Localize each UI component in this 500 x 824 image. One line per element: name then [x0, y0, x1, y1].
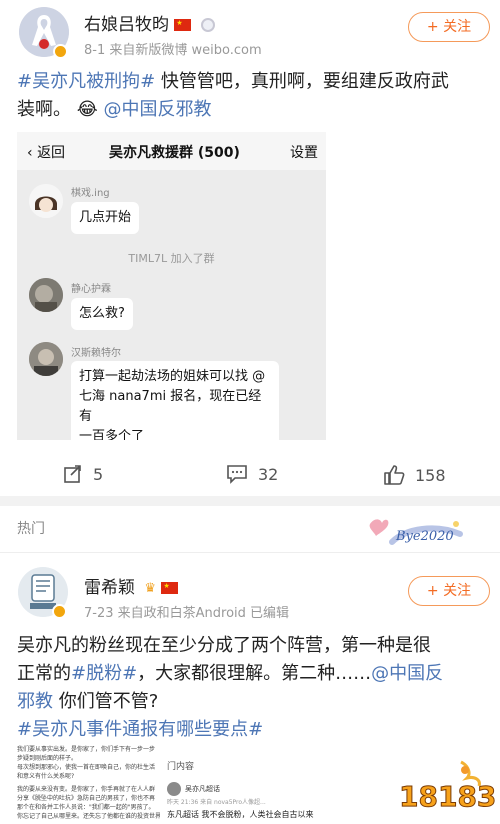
china-flag-icon — [174, 19, 192, 31]
svg-text:Bye2020: Bye2020 — [395, 529, 454, 544]
repost-button[interactable]: 5 — [63, 464, 103, 484]
chat-sender-name: 棋戏.ing — [71, 188, 110, 199]
comment-button[interactable]: 32 — [226, 464, 278, 484]
follow-button[interactable]: + 关注 — [408, 12, 490, 42]
post-image[interactable]: ‹ 返回 吴亦凡救援群 (500) 设置 棋戏.ing 几点开始 TIML7L … — [17, 132, 326, 440]
chat-bubble: 打算一起劫法场的姐妹可以找 @ 七海 nana7mi 报名，现在已经有 一百多个… — [71, 361, 279, 440]
chat-settings: 设置 — [290, 145, 318, 161]
username[interactable]: 雷希颖 ♛ — [84, 573, 179, 598]
comment-icon — [227, 465, 247, 484]
verified-badge-icon — [52, 604, 67, 619]
bye2020-decoration-icon: Bye2020 — [369, 519, 463, 545]
like-button[interactable]: 158 — [383, 464, 446, 486]
photo-avatar-icon — [29, 278, 63, 312]
medal-icon — [200, 18, 215, 32]
post-text: 吴亦凡的粉丝现在至少分成了两个阵营，第一种是很 正常的#脱粉#，大家都很理解。第… — [17, 635, 444, 740]
photo-avatar-icon — [29, 342, 63, 376]
post-meta: 8-1 来自新版微博 weibo.com — [84, 43, 262, 58]
username[interactable]: 右娘吕牧昀 — [84, 10, 215, 35]
chat-bubble: 几点开始 — [71, 202, 140, 234]
cartoon-avatar-icon — [29, 184, 63, 218]
hashtag-link[interactable]: #吴亦凡被刑拘# — [17, 71, 155, 92]
back-button: ‹ 返回 — [27, 145, 66, 161]
mention-link[interactable]: @中国反邪教 — [98, 99, 212, 120]
chat-avatar — [29, 342, 63, 376]
post-text: #吴亦凡被刑拘# 快管管吧，真刑啊，要组建反政府武 装啊。 😂 @中国反邪教 — [17, 71, 449, 120]
post-image[interactable]: 门内容 吴亦凡超话 昨天 21:36 来自 nova5Pro人像超... 东凡超… — [167, 745, 362, 824]
chat-avatar — [29, 278, 63, 312]
system-notice: TIML7L 加入了群 — [128, 252, 215, 265]
section-divider — [0, 496, 500, 506]
divider-line — [0, 552, 500, 553]
chat-title: 吴亦凡救援群 (500) — [109, 145, 240, 161]
share-icon — [64, 465, 81, 483]
post-image[interactable]: 我们要从事实出发。是你家了，你们手下有一步一步 步疑到刚后面的样子。 母次想到那… — [17, 745, 160, 824]
follow-button[interactable]: + 关注 — [408, 576, 490, 606]
svg-text:18183: 18183 — [399, 780, 495, 813]
chat-bubble: 怎么救? — [71, 298, 133, 330]
hot-section-label: 热门 — [17, 521, 45, 537]
hashtag-link[interactable]: #脱粉# — [71, 663, 137, 684]
thumbs-up-icon — [384, 465, 405, 485]
chat-sender-name: 汉斯赖特尔 — [71, 348, 121, 359]
post-meta: 7-23 来自政和白茶Android 已编辑 — [84, 606, 290, 621]
weibo-post: 右娘吕牧昀 8-1 来自新版微博 weibo.com + 关注 #吴亦凡被刑拘#… — [0, 0, 500, 496]
verified-badge-icon — [53, 44, 68, 59]
hashtag-link[interactable]: #吴亦凡事件通报有哪些要点# — [17, 719, 263, 740]
tiny-avatar — [167, 782, 181, 796]
laugh-emoji-icon: 😂 — [76, 99, 98, 120]
crown-icon: ♛ — [144, 580, 157, 596]
18183-watermark-logo: 18183 — [399, 760, 495, 814]
chat-avatar — [29, 184, 63, 218]
china-flag-icon — [161, 582, 179, 594]
chat-nav-bar: ‹ 返回 吴亦凡救援群 (500) 设置 — [17, 132, 326, 170]
mention-link[interactable]: @中国反 — [371, 663, 443, 684]
post-actions: 5 32 158 — [0, 464, 500, 492]
mention-link[interactable]: 邪教 — [17, 691, 53, 712]
chat-sender-name: 静心护霖 — [71, 284, 111, 295]
